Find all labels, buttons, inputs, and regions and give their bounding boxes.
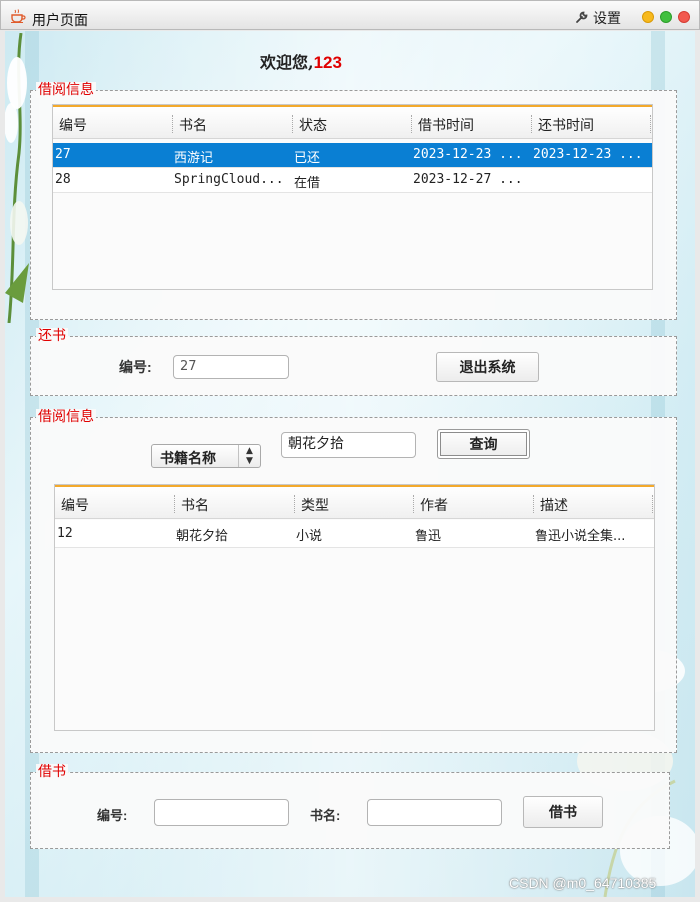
welcome-message: 欢迎您,123 — [260, 49, 342, 73]
column-divider[interactable] — [652, 495, 653, 513]
book-search-legend: 借阅信息 — [36, 409, 96, 425]
welcome-text: 欢迎您, — [260, 53, 314, 72]
java-cup-icon — [11, 9, 26, 23]
cell-status: 已还 — [294, 151, 321, 166]
column-divider[interactable] — [533, 495, 534, 513]
title-bar[interactable]: 用户页面 设置 — [0, 0, 700, 30]
column-header[interactable]: 编号 — [59, 115, 87, 135]
cell-title: SpringCloud... — [174, 172, 284, 187]
column-header[interactable]: 状态 — [299, 115, 327, 135]
search-type-select[interactable]: 书籍名称 ▲ ▼ — [151, 444, 261, 468]
column-divider[interactable] — [294, 495, 295, 513]
window-title: 用户页面 — [32, 13, 88, 29]
wrench-icon[interactable] — [575, 10, 589, 24]
return-id-input[interactable]: 27 — [173, 355, 289, 379]
column-divider[interactable] — [650, 115, 651, 133]
spinner-arrows-icon[interactable]: ▲ ▼ — [238, 445, 260, 467]
column-divider[interactable] — [411, 115, 412, 133]
borrow-records-table[interactable]: 编号 书名 状态 借书时间 还书时间 27 西游记 已还 2023-12-23 … — [52, 104, 653, 290]
cell-id: 28 — [55, 172, 71, 187]
book-search-results-table[interactable]: 编号 书名 类型 作者 描述 12 朝花夕拾 小说 鲁迅 鲁迅小说全集... — [54, 484, 655, 731]
cell-return-time: 2023-12-23 ... — [533, 147, 643, 162]
cell-borrow-time: 2023-12-23 ... — [413, 147, 523, 162]
cell-id: 27 — [55, 147, 71, 162]
column-divider[interactable] — [531, 115, 532, 133]
table-row[interactable]: 27 西游记 已还 2023-12-23 ... 2023-12-23 ... — [53, 143, 652, 168]
column-divider[interactable] — [413, 495, 414, 513]
cell-title: 西游记 — [174, 151, 214, 166]
borrow-id-label: 编号: — [97, 808, 128, 823]
column-divider[interactable] — [172, 115, 173, 133]
cell-borrow-time: 2023-12-27 ... — [413, 172, 523, 187]
borrow-book-panel: 借书 编号: 书名: 借书 — [30, 764, 670, 849]
search-query-input[interactable]: 朝花夕拾 — [281, 432, 416, 458]
table-header: 编号 书名 类型 作者 描述 — [55, 485, 654, 519]
column-header[interactable]: 还书时间 — [538, 115, 594, 135]
column-header[interactable]: 借书时间 — [418, 115, 474, 135]
column-header[interactable]: 类型 — [301, 495, 329, 515]
cell-author: 鲁迅 — [415, 529, 442, 544]
settings-button[interactable]: 设置 — [593, 8, 621, 28]
table-row[interactable]: 12 朝花夕拾 小说 鲁迅 鲁迅小说全集... — [55, 520, 654, 548]
book-search-panel: 借阅信息 书籍名称 ▲▼ 朝花夕拾 查询 编号 书名 类型 作者 描述 12 — [30, 409, 677, 753]
cell-title: 朝花夕拾 — [176, 529, 229, 544]
return-book-legend: 还书 — [36, 328, 68, 344]
borrow-info-legend: 借阅信息 — [36, 82, 96, 98]
exit-system-button[interactable]: 退出系统 — [436, 352, 539, 382]
column-divider[interactable] — [292, 115, 293, 133]
column-header[interactable]: 编号 — [61, 495, 89, 515]
content-area: 欢迎您,123 借阅信息 编号 书名 状态 借书时间 还书时间 27 西游记 已… — [5, 31, 695, 897]
table-header: 编号 书名 状态 借书时间 还书时间 — [53, 105, 652, 139]
column-header[interactable]: 书名 — [181, 495, 209, 515]
welcome-username: 123 — [313, 53, 342, 72]
borrow-button[interactable]: 借书 — [523, 796, 603, 828]
cell-status: 在借 — [294, 176, 321, 191]
borrow-title-label: 书名: — [310, 808, 341, 823]
column-divider[interactable] — [174, 495, 175, 513]
borrow-book-legend: 借书 — [36, 764, 68, 780]
cell-type: 小说 — [296, 529, 323, 544]
cell-id: 12 — [57, 526, 73, 541]
search-type-value: 书籍名称 — [160, 451, 216, 467]
borrow-title-input[interactable] — [367, 799, 502, 826]
column-header[interactable]: 作者 — [420, 495, 448, 515]
borrow-id-input[interactable] — [154, 799, 289, 826]
column-header[interactable]: 描述 — [540, 495, 568, 515]
lily-decoration — [5, 33, 29, 323]
maximize-button[interactable] — [660, 11, 672, 23]
return-id-label: 编号: — [119, 359, 152, 375]
borrow-info-panel: 借阅信息 编号 书名 状态 借书时间 还书时间 27 西游记 已还 2023-1… — [30, 82, 677, 320]
watermark: CSDN @m0_64710385 — [509, 875, 657, 891]
table-row[interactable]: 28 SpringCloud... 在借 2023-12-27 ... — [53, 168, 652, 193]
column-header[interactable]: 书名 — [179, 115, 207, 135]
search-button[interactable]: 查询 — [437, 429, 530, 459]
close-button[interactable] — [678, 11, 690, 23]
return-book-panel: 还书 编号: 27 退出系统 — [30, 328, 677, 396]
cell-description: 鲁迅小说全集... — [535, 529, 626, 544]
minimize-button[interactable] — [642, 11, 654, 23]
